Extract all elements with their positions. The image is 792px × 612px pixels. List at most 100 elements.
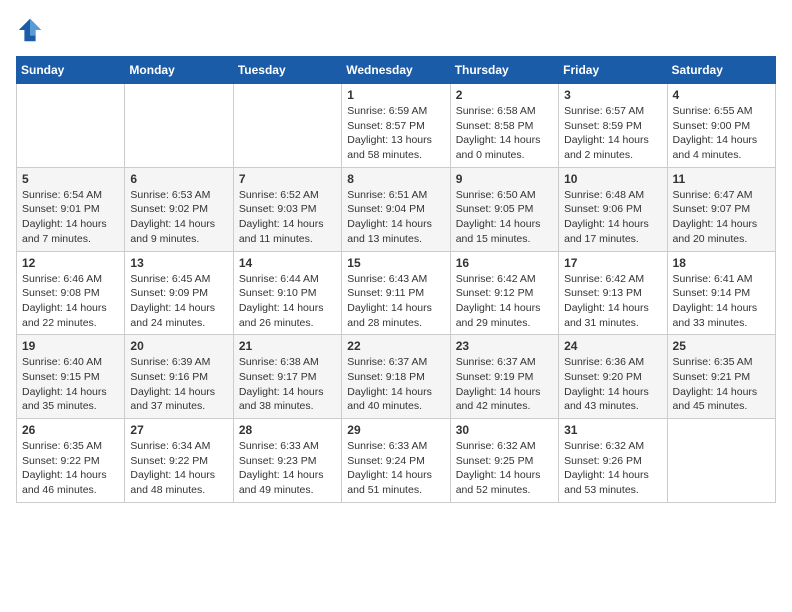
calendar-cell: 27 Sunrise: 6:34 AMSunset: 9:22 PMDayligh…	[125, 419, 233, 503]
day-info: Sunrise: 6:58 AMSunset: 8:58 PMDaylight:…	[456, 104, 553, 163]
day-info: Sunrise: 6:59 AMSunset: 8:57 PMDaylight:…	[347, 104, 444, 163]
day-info: Sunrise: 6:42 AMSunset: 9:12 PMDaylight:…	[456, 272, 553, 331]
calendar-cell: 2 Sunrise: 6:58 AMSunset: 8:58 PMDaylight…	[450, 84, 558, 168]
day-info: Sunrise: 6:46 AMSunset: 9:08 PMDaylight:…	[22, 272, 119, 331]
day-header-sunday: Sunday	[17, 57, 125, 84]
calendar-cell	[667, 419, 775, 503]
day-number: 14	[239, 256, 336, 270]
day-number: 7	[239, 172, 336, 186]
day-info: Sunrise: 6:32 AMSunset: 9:26 PMDaylight:…	[564, 439, 661, 498]
calendar-cell	[125, 84, 233, 168]
day-number: 28	[239, 423, 336, 437]
calendar-cell: 21Sunrise: 6:38 AMSunset: 9:17 PMDayligh…	[233, 335, 341, 419]
day-number: 4	[673, 88, 770, 102]
day-info: Sunrise: 6:39 AMSunset: 9:16 PMDaylight:…	[130, 355, 227, 414]
day-info: Sunrise: 6:33 AMSunset: 9:24 PMDaylight:…	[347, 439, 444, 498]
day-number: 16	[456, 256, 553, 270]
day-number: 27	[130, 423, 227, 437]
day-number: 19	[22, 339, 119, 353]
calendar-cell: 22Sunrise: 6:37 AMSunset: 9:18 PMDayligh…	[342, 335, 450, 419]
day-info: Sunrise: 6:47 AMSunset: 9:07 PMDaylight:…	[673, 188, 770, 247]
day-number: 1	[347, 88, 444, 102]
calendar-cell: 11 Sunrise: 6:47 AMSunset: 9:07 PMDayligh…	[667, 167, 775, 251]
day-info: Sunrise: 6:57 AMSunset: 8:59 PMDaylight:…	[564, 104, 661, 163]
day-number: 26	[22, 423, 119, 437]
day-info: Sunrise: 6:33 AMSunset: 9:23 PMDaylight:…	[239, 439, 336, 498]
calendar-cell: 26 Sunrise: 6:35 AMSunset: 9:22 PMDayligh…	[17, 419, 125, 503]
calendar-week-2: 5 Sunrise: 6:54 AMSunset: 9:01 PMDaylight…	[17, 167, 776, 251]
calendar-cell	[233, 84, 341, 168]
calendar-cell: 6 Sunrise: 6:53 AMSunset: 9:02 PMDaylight…	[125, 167, 233, 251]
calendar-cell: 12 Sunrise: 6:46 AMSunset: 9:08 PMDayligh…	[17, 251, 125, 335]
day-number: 8	[347, 172, 444, 186]
day-header-tuesday: Tuesday	[233, 57, 341, 84]
day-number: 23	[456, 339, 553, 353]
day-info: Sunrise: 6:37 AMSunset: 9:19 PMDaylight:…	[456, 355, 553, 414]
day-info: Sunrise: 6:53 AMSunset: 9:02 PMDaylight:…	[130, 188, 227, 247]
day-number: 17	[564, 256, 661, 270]
logo	[16, 16, 48, 44]
calendar-cell: 20Sunrise: 6:39 AMSunset: 9:16 PMDayligh…	[125, 335, 233, 419]
day-info: Sunrise: 6:51 AMSunset: 9:04 PMDaylight:…	[347, 188, 444, 247]
page-header	[16, 16, 776, 44]
calendar: SundayMondayTuesdayWednesdayThursdayFrid…	[16, 56, 776, 503]
calendar-week-3: 12 Sunrise: 6:46 AMSunset: 9:08 PMDayligh…	[17, 251, 776, 335]
calendar-cell: 28 Sunrise: 6:33 AMSunset: 9:23 PMDayligh…	[233, 419, 341, 503]
day-info: Sunrise: 6:48 AMSunset: 9:06 PMDaylight:…	[564, 188, 661, 247]
calendar-cell: 3Sunrise: 6:57 AMSunset: 8:59 PMDaylight…	[559, 84, 667, 168]
calendar-cell: 24 Sunrise: 6:36 AMSunset: 9:20 PMDayligh…	[559, 335, 667, 419]
day-header-saturday: Saturday	[667, 57, 775, 84]
calendar-cell: 30Sunrise: 6:32 AMSunset: 9:25 PMDayligh…	[450, 419, 558, 503]
calendar-cell: 19 Sunrise: 6:40 AMSunset: 9:15 PMDayligh…	[17, 335, 125, 419]
day-header-monday: Monday	[125, 57, 233, 84]
day-header-wednesday: Wednesday	[342, 57, 450, 84]
calendar-cell: 14 Sunrise: 6:44 AMSunset: 9:10 PMDayligh…	[233, 251, 341, 335]
calendar-week-5: 26 Sunrise: 6:35 AMSunset: 9:22 PMDayligh…	[17, 419, 776, 503]
calendar-cell: 16 Sunrise: 6:42 AMSunset: 9:12 PMDayligh…	[450, 251, 558, 335]
calendar-week-1: 1 Sunrise: 6:59 AMSunset: 8:57 PMDaylight…	[17, 84, 776, 168]
day-number: 5	[22, 172, 119, 186]
calendar-cell	[17, 84, 125, 168]
day-info: Sunrise: 6:42 AMSunset: 9:13 PMDaylight:…	[564, 272, 661, 331]
day-number: 24	[564, 339, 661, 353]
day-header-friday: Friday	[559, 57, 667, 84]
day-number: 13	[130, 256, 227, 270]
day-number: 18	[673, 256, 770, 270]
day-info: Sunrise: 6:45 AMSunset: 9:09 PMDaylight:…	[130, 272, 227, 331]
day-info: Sunrise: 6:55 AMSunset: 9:00 PMDaylight:…	[673, 104, 770, 163]
day-number: 29	[347, 423, 444, 437]
day-info: Sunrise: 6:44 AMSunset: 9:10 PMDaylight:…	[239, 272, 336, 331]
calendar-cell: 18 Sunrise: 6:41 AMSunset: 9:14 PMDayligh…	[667, 251, 775, 335]
day-number: 2	[456, 88, 553, 102]
day-info: Sunrise: 6:38 AMSunset: 9:17 PMDaylight:…	[239, 355, 336, 414]
calendar-header-row: SundayMondayTuesdayWednesdayThursdayFrid…	[17, 57, 776, 84]
day-number: 25	[673, 339, 770, 353]
calendar-cell: 25 Sunrise: 6:35 AMSunset: 9:21 PMDayligh…	[667, 335, 775, 419]
day-number: 12	[22, 256, 119, 270]
calendar-cell: 5 Sunrise: 6:54 AMSunset: 9:01 PMDaylight…	[17, 167, 125, 251]
day-info: Sunrise: 6:43 AMSunset: 9:11 PMDaylight:…	[347, 272, 444, 331]
calendar-cell: 9Sunrise: 6:50 AMSunset: 9:05 PMDaylight…	[450, 167, 558, 251]
calendar-cell: 15 Sunrise: 6:43 AMSunset: 9:11 PMDayligh…	[342, 251, 450, 335]
calendar-cell: 4 Sunrise: 6:55 AMSunset: 9:00 PMDaylight…	[667, 84, 775, 168]
logo-icon	[16, 16, 44, 44]
calendar-cell: 10 Sunrise: 6:48 AMSunset: 9:06 PMDayligh…	[559, 167, 667, 251]
calendar-cell: 13 Sunrise: 6:45 AMSunset: 9:09 PMDayligh…	[125, 251, 233, 335]
day-info: Sunrise: 6:35 AMSunset: 9:21 PMDaylight:…	[673, 355, 770, 414]
day-info: Sunrise: 6:35 AMSunset: 9:22 PMDaylight:…	[22, 439, 119, 498]
day-number: 15	[347, 256, 444, 270]
day-number: 6	[130, 172, 227, 186]
day-info: Sunrise: 6:32 AMSunset: 9:25 PMDaylight:…	[456, 439, 553, 498]
day-info: Sunrise: 6:34 AMSunset: 9:22 PMDaylight:…	[130, 439, 227, 498]
day-info: Sunrise: 6:54 AMSunset: 9:01 PMDaylight:…	[22, 188, 119, 247]
calendar-cell: 23 Sunrise: 6:37 AMSunset: 9:19 PMDayligh…	[450, 335, 558, 419]
day-info: Sunrise: 6:36 AMSunset: 9:20 PMDaylight:…	[564, 355, 661, 414]
day-number: 31	[564, 423, 661, 437]
day-number: 11	[673, 172, 770, 186]
day-info: Sunrise: 6:41 AMSunset: 9:14 PMDaylight:…	[673, 272, 770, 331]
calendar-cell: 31 Sunrise: 6:32 AMSunset: 9:26 PMDayligh…	[559, 419, 667, 503]
calendar-week-4: 19 Sunrise: 6:40 AMSunset: 9:15 PMDayligh…	[17, 335, 776, 419]
day-number: 10	[564, 172, 661, 186]
day-info: Sunrise: 6:40 AMSunset: 9:15 PMDaylight:…	[22, 355, 119, 414]
calendar-cell: 7Sunrise: 6:52 AMSunset: 9:03 PMDaylight…	[233, 167, 341, 251]
